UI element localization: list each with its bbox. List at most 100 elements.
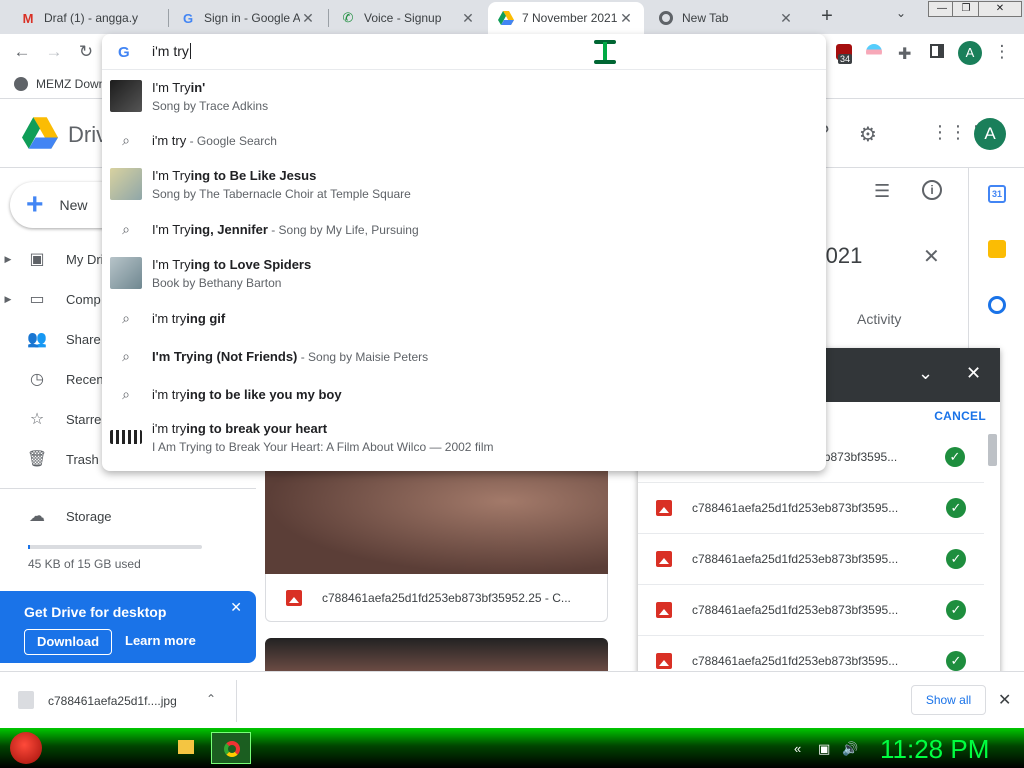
list-view-icon[interactable]: ☰ xyxy=(874,181,890,202)
tab-label: Sign in - Google A xyxy=(204,11,300,25)
suggestion-completion: in' xyxy=(190,79,206,95)
star-icon: ☆ xyxy=(29,411,45,428)
suggestion-item[interactable]: i'm trying to break your heart I Am Tryi… xyxy=(102,417,826,457)
image-file-icon xyxy=(656,602,672,618)
suggestion-thumbnail xyxy=(110,80,142,112)
tray-arrow-icon[interactable]: « xyxy=(794,741,801,756)
suggestion-item[interactable]: I'm Tryin' Song by Trace Adkins xyxy=(102,76,826,116)
upload-scrollbar[interactable] xyxy=(988,434,997,466)
upload-row[interactable]: c788461aefa25d1fd253eb873bf3595... ✓ xyxy=(638,483,984,534)
suggestion-item[interactable]: ⌕ i'm try - Google Search xyxy=(102,128,826,152)
puzzle-icon[interactable]: ✚ xyxy=(898,44,916,63)
drive-logo-icon[interactable] xyxy=(22,117,58,152)
my-drive-icon: ▣ xyxy=(29,251,45,268)
search-icon: ⌕ xyxy=(122,131,130,148)
gmail-icon: M xyxy=(22,10,34,26)
close-icon[interactable]: ✕ xyxy=(778,10,794,27)
extension-icon-flag[interactable] xyxy=(866,44,884,62)
menu-icon[interactable]: ⋮ xyxy=(990,41,1014,65)
tab-activity[interactable]: Activity xyxy=(857,311,901,327)
start-button-angry-bird-icon[interactable] xyxy=(10,732,42,764)
extension-icon-shield[interactable]: 34 xyxy=(836,44,854,64)
download-bar: c788461aefa25d1f....jpg ⌃ Show all ✕ xyxy=(0,671,1024,728)
cancel-uploads-button[interactable]: CANCEL xyxy=(934,409,986,423)
bookmark-memz[interactable]: MEMZ Down xyxy=(14,77,105,91)
tab-strip: M Draf (1) - angga.y G Sign in - Google … xyxy=(0,0,1024,34)
keep-icon[interactable] xyxy=(988,240,1006,258)
close-icon[interactable]: ✕ xyxy=(460,10,476,27)
suggestion-item[interactable]: ⌕ I'm Trying (Not Friends) - Song by Mai… xyxy=(102,344,826,368)
close-icon[interactable]: ✕ xyxy=(300,10,316,27)
suggestion-prefix: I'm Try xyxy=(152,256,191,272)
omnibox-input[interactable]: G i'm try xyxy=(102,34,826,70)
tab-label: New Tab xyxy=(682,11,729,25)
text-cursor-icon xyxy=(594,40,616,66)
info-icon[interactable]: i xyxy=(922,180,942,200)
suggestion-item[interactable]: I'm Trying to Love Spiders Book by Betha… xyxy=(102,253,826,293)
drive-icon xyxy=(498,10,514,26)
file-thumbnail[interactable] xyxy=(265,470,608,574)
search-icon: ⌕ xyxy=(122,309,130,326)
chevron-down-icon[interactable]: ⌄ xyxy=(918,363,933,384)
reload-icon[interactable]: ↻ xyxy=(74,41,98,65)
computers-icon: ▭ xyxy=(29,291,45,308)
folder-icon[interactable] xyxy=(178,740,194,754)
close-icon[interactable]: ✕ xyxy=(923,244,940,269)
upload-row[interactable]: c788461aefa25d1fd253eb873bf3595... ✓ xyxy=(638,534,984,585)
file-icon xyxy=(18,691,34,709)
chevron-down-icon[interactable]: ⌄ xyxy=(896,6,906,20)
drive-profile-avatar[interactable]: A xyxy=(974,118,1006,150)
drive-desktop-promo: Get Drive for desktop ✕ Download Learn m… xyxy=(0,591,256,663)
side-panel-icon[interactable] xyxy=(930,44,948,62)
suggestion-item[interactable]: ⌕ I'm Trying, Jennifer - Song by My Life… xyxy=(102,217,826,241)
back-icon[interactable]: ← xyxy=(10,41,34,65)
window-close-button[interactable]: ✕ xyxy=(978,1,1022,17)
cloud-icon: ☁ xyxy=(29,508,45,525)
show-all-button[interactable]: Show all xyxy=(911,685,986,715)
close-icon[interactable]: ✕ xyxy=(966,363,981,384)
upload-row[interactable]: c788461aefa25d1fd253eb873bf3595... ✓ xyxy=(638,585,984,636)
tray-network-icon[interactable]: ▣ xyxy=(818,741,830,757)
suggestion-prefix: I'm Try xyxy=(152,348,194,364)
upload-file-name: c788461aefa25d1fd253eb873bf3595... xyxy=(692,552,899,566)
profile-avatar[interactable]: A xyxy=(958,41,982,65)
check-icon: ✓ xyxy=(946,549,966,569)
caret-right-icon[interactable]: ▶ xyxy=(0,294,16,305)
suggestion-item[interactable]: ⌕ i'm trying gif xyxy=(102,306,826,330)
close-icon[interactable]: ✕ xyxy=(230,599,242,616)
maximize-button[interactable]: ❐ xyxy=(952,1,980,17)
download-item-name[interactable]: c788461aefa25d1f....jpg xyxy=(48,694,177,708)
learn-more-link[interactable]: Learn more xyxy=(125,633,196,648)
caret-right-icon[interactable]: ▶ xyxy=(0,254,16,265)
google-icon: G xyxy=(182,10,194,26)
sidebar-item-storage[interactable]: ☁ Storage xyxy=(0,500,250,532)
voice-icon: ✆ xyxy=(342,10,354,25)
file-thumbnail[interactable] xyxy=(265,638,608,671)
download-button[interactable]: Download xyxy=(24,629,112,655)
close-icon[interactable]: ✕ xyxy=(618,10,634,27)
chevron-up-icon[interactable]: ⌃ xyxy=(206,692,216,706)
new-tab-button[interactable]: + xyxy=(814,4,840,30)
suggestion-subtitle: Song by The Tabernacle Choir at Temple S… xyxy=(152,186,411,201)
taskbar-clock[interactable]: 11:28 PM xyxy=(880,734,989,765)
gear-icon[interactable]: ⚙ xyxy=(859,122,877,147)
tab-gmail[interactable]: M Draf (1) - angga.y xyxy=(10,2,166,34)
file-card-footer[interactable]: c788461aefa25d1fd253eb873bf35952.25 - C.… xyxy=(265,574,608,622)
tab-voice[interactable]: ✆ Voice - Signup ✕ xyxy=(330,2,486,34)
suggestion-item[interactable]: I'm Trying to Be Like Jesus Song by The … xyxy=(102,164,826,204)
close-icon[interactable]: ✕ xyxy=(998,690,1011,710)
suggestion-item[interactable]: ⌕ i'm trying to be like you my boy xyxy=(102,382,826,406)
volume-icon[interactable]: 🔊 xyxy=(842,741,858,757)
tasks-icon[interactable] xyxy=(988,296,1006,314)
suggestion-subtitle: Book by Bethany Barton xyxy=(152,275,282,290)
suggestion-thumbnail xyxy=(110,168,142,200)
tab-new-tab[interactable]: New Tab ✕ xyxy=(648,2,804,34)
suggestion-completion: ing to Be Like Jesus xyxy=(190,167,317,183)
suggestion-completion: ing, Jennifer xyxy=(190,221,268,237)
tab-drive-active[interactable]: 7 November 2021 ✕ xyxy=(488,2,644,34)
tab-sign-in[interactable]: G Sign in - Google A ✕ xyxy=(170,2,326,34)
sidebar-item-label: Trash xyxy=(66,451,99,467)
forward-icon[interactable]: → xyxy=(42,41,66,65)
calendar-icon[interactable]: 31 xyxy=(988,185,1006,203)
taskbar-chrome-button[interactable] xyxy=(211,732,251,764)
